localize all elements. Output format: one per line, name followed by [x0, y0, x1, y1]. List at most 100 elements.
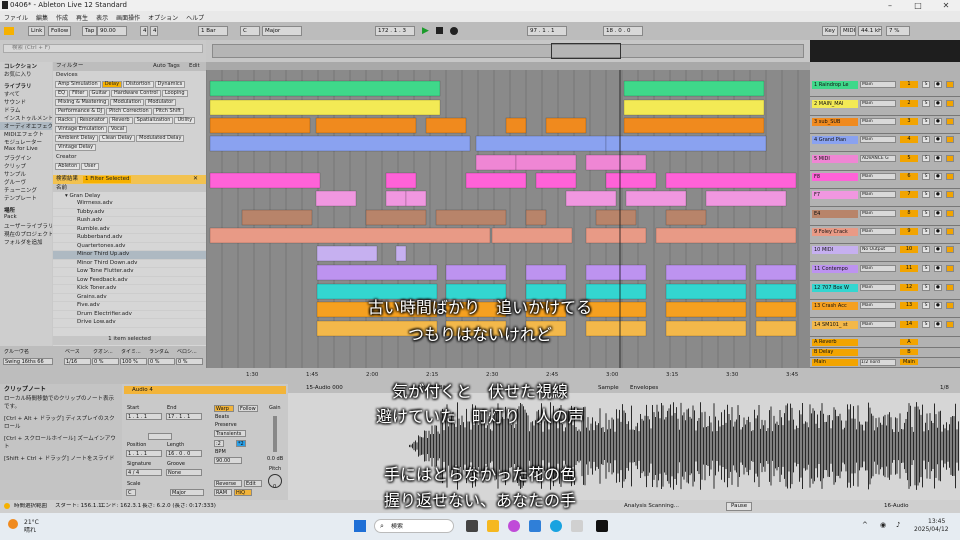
return-activator[interactable]: B — [900, 349, 918, 355]
solo-button[interactable]: S — [922, 136, 930, 143]
monitor-icon[interactable] — [946, 118, 954, 125]
monitor-icon[interactable] — [946, 100, 954, 107]
menu-item[interactable]: 作成 — [52, 11, 72, 22]
track-header[interactable]: F8 Main 6 S ● — [810, 172, 960, 189]
creator-chip[interactable]: User — [81, 163, 99, 171]
track-output-select[interactable]: Main — [860, 265, 896, 272]
track-header[interactable]: 4 Grand Pian Main 4 S ● — [810, 135, 960, 152]
file-item[interactable]: Quartertones.adv — [53, 243, 206, 251]
taskview-icon[interactable] — [466, 520, 478, 532]
track-header[interactable]: 3 sub_SUB Main 3 S ● — [810, 117, 960, 134]
tap-button[interactable]: Tap — [82, 26, 98, 36]
tag-chip[interactable]: Modulated Delay — [136, 134, 185, 142]
arrangement-clip[interactable] — [505, 117, 527, 134]
tag-chip[interactable]: Modulation — [110, 98, 145, 106]
file-item[interactable]: Low Tone Flutter.adv — [53, 268, 206, 277]
arm-icon[interactable]: ● — [934, 265, 942, 272]
arrangement-clip[interactable] — [535, 172, 577, 189]
filter-selected-badge[interactable]: 1 Filter Selected — [83, 176, 132, 183]
tag-chip[interactable]: Vintage Delay — [55, 143, 97, 151]
arrangement-clip[interactable] — [425, 117, 467, 134]
wifi-icon[interactable]: ◉ — [880, 521, 886, 529]
clip-position-field[interactable]: 1 . 1 . 1 — [126, 450, 162, 457]
arrangement-clip[interactable] — [665, 264, 747, 281]
groove-cell[interactable]: 1/16 — [64, 358, 91, 365]
key-select[interactable]: C — [240, 26, 260, 36]
arrangement-clip[interactable] — [241, 209, 313, 226]
track-name[interactable]: 3 sub_SUB — [812, 118, 858, 126]
solo-button[interactable]: S — [922, 191, 930, 198]
arrangement-clip[interactable] — [315, 117, 417, 134]
arrangement-clip[interactable] — [209, 99, 441, 116]
arrangement-clip[interactable] — [405, 190, 427, 207]
track-name[interactable]: 1 Raindrop Le — [812, 81, 858, 89]
groove-cell[interactable]: 0 % — [92, 358, 119, 365]
location-item[interactable]: ユーザーライブラリ — [0, 222, 52, 230]
arrangement-clip[interactable] — [209, 135, 471, 152]
arrangement-clip[interactable] — [445, 264, 507, 281]
file-item[interactable]: Kick Toner.adv — [53, 285, 206, 294]
groove-cell[interactable]: 0 % — [148, 358, 175, 365]
sig-numerator[interactable]: 4 — [140, 26, 148, 36]
track-name[interactable]: E4 — [812, 210, 858, 218]
place-item[interactable]: テンプレート — [0, 194, 52, 202]
return-track-header[interactable]: B Delay B — [810, 348, 960, 358]
track-output-select[interactable]: Main — [860, 284, 896, 291]
record-icon[interactable] — [450, 27, 458, 35]
track-activator[interactable]: 10 — [900, 246, 918, 253]
arrangement-clip[interactable] — [475, 154, 517, 171]
arrangement-clip[interactable] — [705, 190, 787, 207]
transients-select[interactable]: Transients — [214, 430, 246, 437]
link-button[interactable]: Link — [28, 26, 46, 36]
return-track-name[interactable]: Main — [812, 359, 858, 366]
place-item[interactable]: サウンド — [0, 98, 52, 106]
arrangement-clip[interactable] — [623, 99, 765, 116]
explorer-icon[interactable] — [487, 520, 499, 532]
arrangement-clip[interactable] — [623, 80, 765, 97]
monitor-icon[interactable] — [946, 228, 954, 235]
favorites-item[interactable]: お気に入り — [0, 70, 52, 78]
arrangement-clip[interactable] — [209, 227, 491, 244]
monitor-icon[interactable] — [946, 155, 954, 162]
track-activator[interactable]: 4 — [900, 136, 918, 143]
tag-chip[interactable]: Pitch Correction — [106, 107, 152, 115]
arm-icon[interactable]: ● — [934, 173, 942, 180]
menu-item[interactable]: 再生 — [72, 11, 92, 22]
solo-button[interactable]: S — [922, 155, 930, 162]
track-activator[interactable]: 11 — [900, 265, 918, 272]
track-output-select[interactable]: Main — [860, 81, 896, 88]
tempo-field[interactable]: 90.00 — [97, 26, 127, 36]
groove-cell[interactable]: Swing 16ths 66 — [3, 358, 53, 365]
midi-map-button[interactable]: MIDI — [840, 26, 856, 36]
tag-chip[interactable]: Dynamics — [154, 80, 186, 88]
arrangement-clip[interactable] — [435, 209, 507, 226]
solo-button[interactable]: S — [922, 284, 930, 291]
track-output-select[interactable]: Main — [860, 228, 896, 235]
menu-item[interactable]: ヘルプ — [182, 11, 208, 22]
overview-viewport[interactable] — [551, 43, 621, 59]
place-item[interactable]: グルーヴ — [0, 178, 52, 186]
arm-icon[interactable]: ● — [934, 284, 942, 291]
solo-button[interactable]: S — [922, 228, 930, 235]
track-header[interactable]: 1 Raindrop Le Main 1 S ● — [810, 80, 960, 97]
tag-chip[interactable]: Reverb — [109, 116, 133, 124]
track-output-select[interactable]: Main — [860, 118, 896, 125]
arrangement-clip[interactable] — [475, 135, 607, 152]
track-header[interactable]: 2 MAIN_MAI Main 2 S ● — [810, 99, 960, 116]
weather-icon[interactable] — [8, 519, 18, 529]
main-output-select[interactable]: 1/2 nord — [860, 359, 896, 366]
solo-button[interactable]: S — [922, 100, 930, 107]
menu-item[interactable]: オプション — [144, 11, 182, 22]
place-item[interactable]: プラグイン — [0, 154, 52, 162]
track-output-select[interactable]: Main — [860, 173, 896, 180]
track-activator[interactable]: 8 — [900, 210, 918, 217]
tray-chevron-icon[interactable]: ^ — [862, 521, 868, 529]
creator-chip[interactable]: Ableton — [55, 163, 81, 171]
track-activator[interactable]: 3 — [900, 118, 918, 125]
arrangement-clip[interactable] — [365, 209, 427, 226]
browser-toggle-icon[interactable] — [4, 27, 14, 35]
tag-chip[interactable]: Mixing & Mastering — [55, 98, 110, 106]
place-item[interactable]: オーディオエフェクト — [0, 122, 52, 130]
track-activator[interactable]: 1 — [900, 81, 918, 88]
arm-icon[interactable]: ● — [934, 246, 942, 253]
